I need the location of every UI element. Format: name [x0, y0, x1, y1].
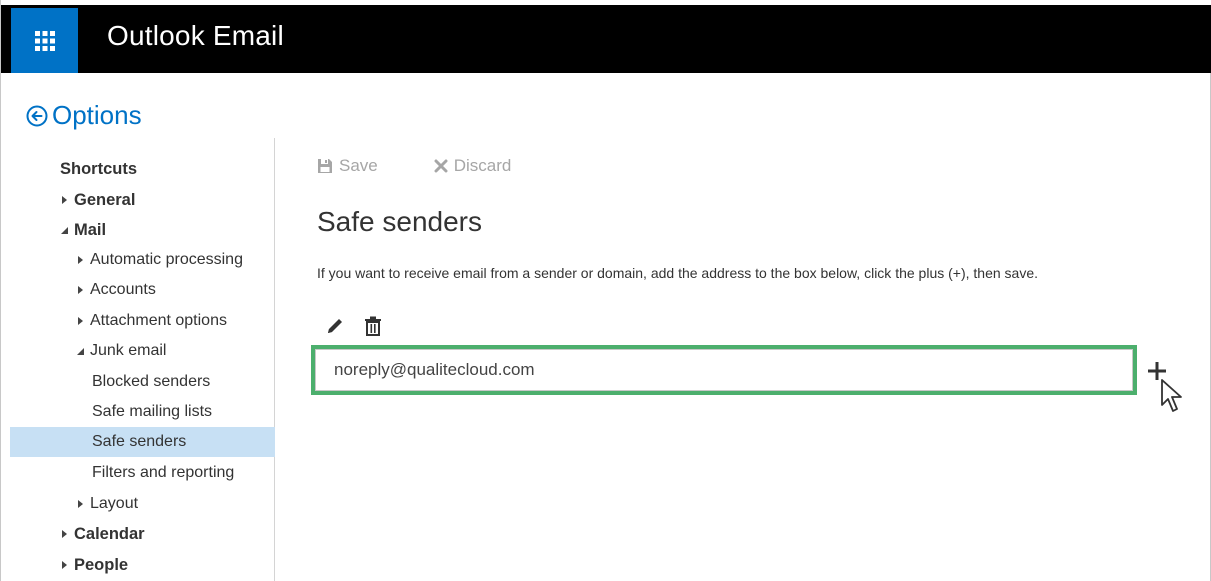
sidebar-item-label: Safe senders — [92, 433, 187, 450]
options-back-link[interactable]: Options — [26, 100, 142, 131]
sidebar-item-label: Mail — [74, 220, 107, 239]
discard-button[interactable]: Discard — [434, 156, 512, 176]
sidebar-item-label: Junk email — [90, 342, 167, 359]
sidebar-item-label: Shortcuts — [60, 159, 138, 178]
expand-triangle-icon — [59, 196, 69, 204]
sidebar-item-label: People — [74, 555, 129, 574]
sidebar-item-label: Automatic processing — [90, 251, 243, 268]
expand-triangle-icon — [59, 530, 69, 538]
sidebar-item-calendar[interactable]: Calendar — [10, 519, 275, 549]
sidebar-item-safe-senders[interactable]: Safe senders — [10, 427, 275, 457]
sidebar-item-people[interactable]: People — [10, 550, 275, 580]
instructions-text: If you want to receive email from a send… — [317, 265, 1038, 281]
trash-icon — [365, 316, 381, 336]
sidebar-item-label: Safe mailing lists — [92, 403, 213, 420]
pencil-icon — [328, 319, 342, 333]
sidebar-item-label: Filters and reporting — [92, 464, 235, 481]
app-title: Outlook Email — [107, 20, 284, 51]
sidebar-item-automatic-processing[interactable]: Automatic processing — [10, 245, 275, 275]
command-toolbar: Save Discard — [317, 156, 567, 176]
sidebar-item-accounts[interactable]: Accounts — [10, 275, 275, 305]
sidebar-item-shortcuts[interactable]: Shortcuts — [10, 154, 275, 184]
app-launcher-icon — [34, 30, 55, 51]
save-button[interactable]: Save — [317, 156, 378, 176]
list-actions — [323, 314, 399, 338]
save-icon — [318, 159, 332, 173]
app-launcher-button[interactable] — [11, 8, 78, 73]
sidebar-item-label: General — [74, 190, 136, 209]
expand-triangle-icon — [75, 256, 85, 264]
edit-button[interactable] — [323, 314, 347, 338]
collapse-triangle-icon — [59, 226, 69, 234]
sidebar-item-mail[interactable]: Mail — [10, 215, 275, 245]
discard-label: Discard — [453, 156, 512, 175]
sidebar-item-label: Blocked senders — [92, 373, 211, 390]
sidebar-item-label: Accounts — [90, 281, 156, 298]
options-sidebar: Shortcuts General Mail Automatic process… — [10, 138, 275, 581]
expand-triangle-icon — [75, 317, 85, 325]
safe-sender-input[interactable] — [315, 349, 1133, 391]
page-title: Safe senders — [317, 206, 482, 237]
sidebar-item-label: Attachment options — [90, 312, 227, 329]
discard-x-icon — [434, 159, 448, 173]
sidebar-item-layout[interactable]: Layout — [10, 489, 275, 519]
delete-button[interactable] — [361, 314, 385, 338]
options-title: Options — [52, 100, 142, 130]
collapse-triangle-icon — [75, 347, 85, 355]
sidebar-item-label: Layout — [90, 495, 139, 512]
sidebar-item-label: Calendar — [74, 524, 145, 543]
sidebar-item-attachment-options[interactable]: Attachment options — [10, 306, 275, 336]
sidebar-item-safe-mailing-lists[interactable]: Safe mailing lists — [10, 397, 275, 427]
app-window: Outlook Email Options Shortcuts General … — [0, 0, 1211, 581]
expand-triangle-icon — [75, 500, 85, 508]
safe-sender-input-highlight — [311, 345, 1137, 395]
sidebar-item-filters-and-reporting[interactable]: Filters and reporting — [10, 458, 275, 488]
sidebar-item-general[interactable]: General — [10, 185, 275, 215]
expand-triangle-icon — [59, 561, 69, 569]
back-arrow-icon — [26, 105, 48, 126]
save-label: Save — [339, 156, 378, 175]
sidebar-item-junk-email[interactable]: Junk email — [10, 336, 275, 366]
top-bar: Outlook Email — [1, 0, 1211, 73]
expand-triangle-icon — [75, 286, 85, 294]
mouse-pointer-icon — [1161, 379, 1182, 412]
sidebar-item-blocked-senders[interactable]: Blocked senders — [10, 367, 275, 397]
